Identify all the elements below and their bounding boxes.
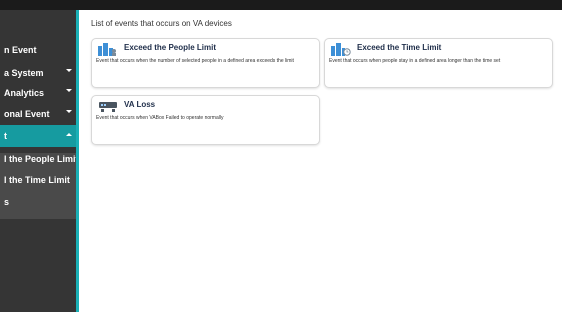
sidebar-item-label: onal Event <box>4 109 50 119</box>
chevron-down-icon <box>66 110 72 113</box>
top-bar <box>0 0 562 10</box>
device-loss-icon <box>99 102 117 112</box>
card-description: Event that occurs when VABox Failed to o… <box>96 115 224 121</box>
chevron-down-icon <box>66 89 72 92</box>
card-title: Exceed the Time Limit <box>357 43 442 52</box>
sidebar-item-analytics[interactable]: Analytics <box>0 82 76 104</box>
sidebar-item-label: Analytics <box>4 88 45 98</box>
main-content: List of events that occurs on VA devices… <box>79 10 562 312</box>
time-limit-icon <box>331 43 351 56</box>
sidebar-subitem-time-limit[interactable]: l the Time Limit <box>0 169 76 191</box>
page-title: List of events that occurs on VA devices <box>91 19 232 28</box>
sidebar-subitem-label: s <box>4 197 10 207</box>
sidebar-item-label: n Event <box>4 45 37 55</box>
sidebar: n Event a System Analytics onal Event t … <box>0 10 76 312</box>
sidebar-item-event[interactable]: n Event <box>0 39 76 61</box>
event-card-va-loss[interactable]: VA Loss Event that occurs when VABox Fai… <box>91 95 320 145</box>
chevron-up-icon <box>66 133 72 136</box>
chevron-down-icon <box>66 69 72 72</box>
event-card-time-limit[interactable]: Exceed the Time Limit Event that occurs … <box>324 38 553 88</box>
sidebar-subitem-label: l the Time Limit <box>4 175 70 185</box>
sidebar-subitem-people-limit[interactable]: l the People Limit <box>0 148 76 170</box>
event-card-people-limit[interactable]: Exceed the People Limit Event that occur… <box>91 38 320 88</box>
card-title: VA Loss <box>124 100 156 109</box>
sidebar-item-system[interactable]: a System <box>0 62 76 84</box>
sidebar-subitem-label: l the People Limit <box>4 154 76 164</box>
sidebar-item-label: t <box>4 131 7 141</box>
sidebar-item-active[interactable]: t <box>0 125 76 147</box>
sidebar-item-label: a System <box>4 68 44 78</box>
sidebar-item-optional-event[interactable]: onal Event <box>0 103 76 125</box>
card-description: Event that occurs when the number of sel… <box>96 58 294 64</box>
card-title: Exceed the People Limit <box>124 43 217 52</box>
card-description: Event that occurs when people stay in a … <box>329 58 501 64</box>
people-limit-icon <box>98 43 116 56</box>
sidebar-subitem-loss[interactable]: s <box>0 191 76 213</box>
